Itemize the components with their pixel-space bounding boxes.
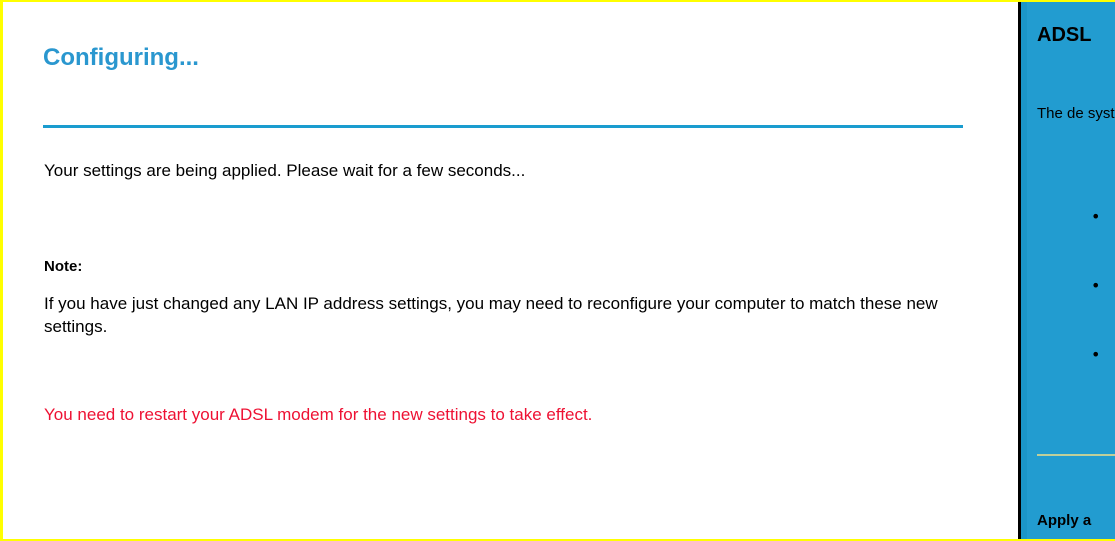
restart-warning: You need to restart your ADSL modem for … (44, 405, 593, 424)
title-divider (43, 125, 963, 128)
status-message: Your settings are being applied. Please … (44, 161, 526, 180)
help-bullet-2: • (1091, 276, 1101, 295)
help-footer: Apply a (1037, 512, 1092, 529)
page-title: Configuring... (43, 44, 199, 71)
help-panel: ADSL The de system • • • Apply a (1018, 2, 1115, 539)
help-title: ADSL (1037, 24, 1092, 46)
help-bullet-1: • (1091, 207, 1101, 226)
main-panel: Configuring... Your settings are being a… (3, 2, 1018, 539)
help-divider (1037, 454, 1115, 456)
help-text: The de system (1037, 104, 1115, 124)
note-body: If you have just changed any LAN IP addr… (44, 294, 938, 336)
note-heading: Note: (44, 258, 83, 275)
screenshot-frame: Configuring... Your settings are being a… (0, 0, 1115, 541)
help-panel-content: ADSL The de system • • • Apply a (1027, 2, 1115, 539)
help-text-content: The de system (1037, 105, 1115, 122)
help-bullet-3: • (1091, 345, 1101, 364)
